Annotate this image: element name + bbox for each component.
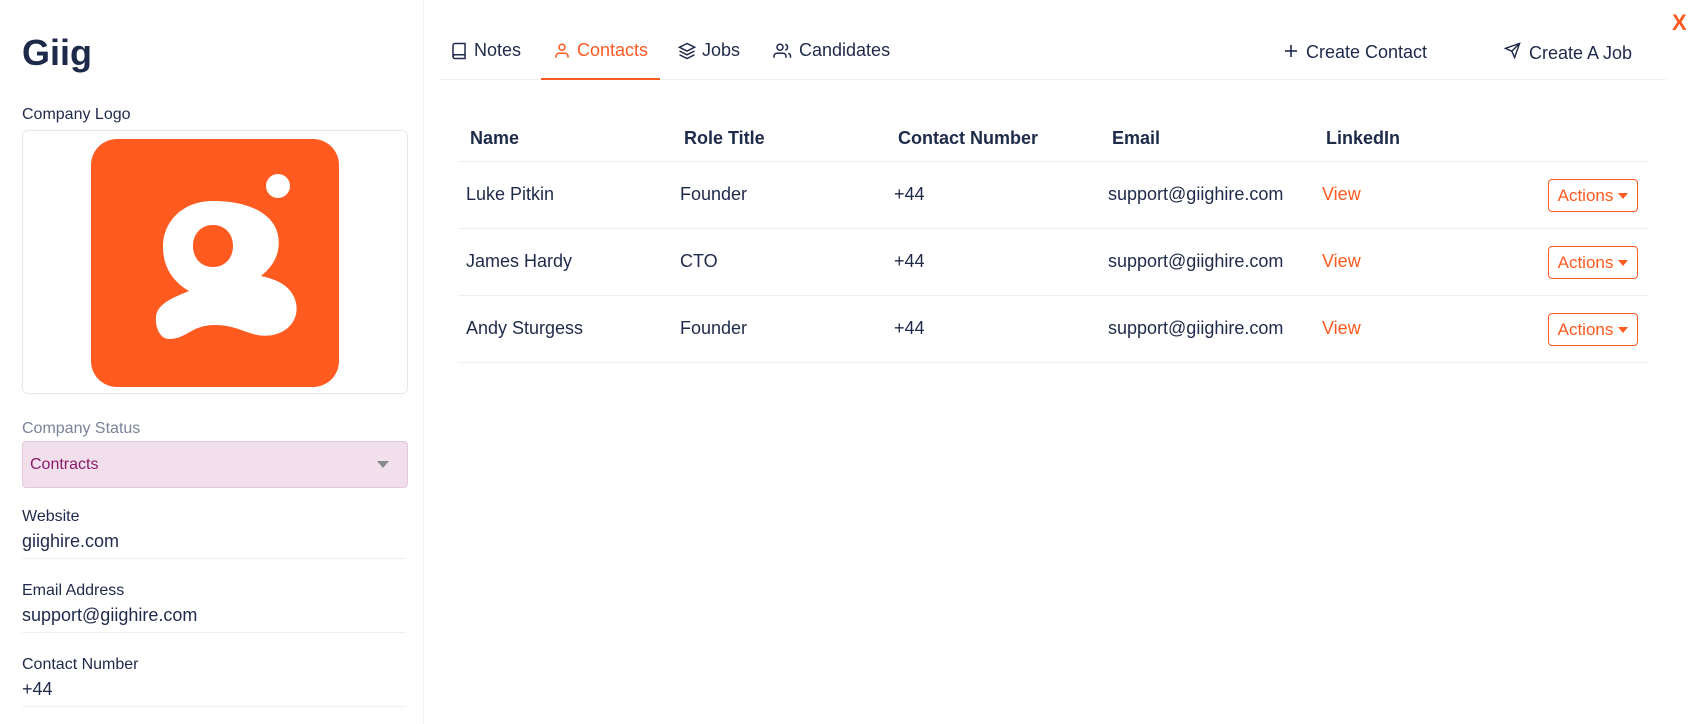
- contact-name: Andy Sturgess: [466, 318, 584, 338]
- table-header: Name Role Title Contact Number Email Lin…: [458, 116, 1648, 162]
- contact-phone: +44: [894, 318, 925, 338]
- linkedin-view-link[interactable]: View: [1322, 251, 1361, 272]
- company-panel: Giig Company Logo Company Status Contrac…: [0, 0, 424, 724]
- tab-notes-label: Notes: [474, 40, 522, 60]
- website-value[interactable]: giighire.com: [22, 531, 406, 559]
- actions-dropdown-button[interactable]: Actions: [1548, 246, 1638, 279]
- contact-role: CTO: [680, 251, 718, 271]
- create-job-label: Create A Job: [1529, 42, 1633, 63]
- actions-dropdown-button[interactable]: Actions: [1548, 313, 1638, 346]
- users-icon: [773, 40, 793, 65]
- actions-label: Actions: [1557, 319, 1614, 339]
- user-icon: [553, 40, 571, 65]
- website-label: Website: [22, 508, 80, 525]
- contact-email: support@giighire.com: [1108, 251, 1284, 271]
- layers-icon: [677, 40, 697, 65]
- actions-label: Actions: [1557, 185, 1614, 205]
- contact-name: James Hardy: [466, 251, 573, 271]
- contact-role: Founder: [680, 318, 748, 338]
- create-job-button[interactable]: Create A Job: [1503, 42, 1633, 64]
- contact-email: support@giighire.com: [1108, 184, 1284, 204]
- tab-contacts[interactable]: Contacts: [540, 40, 661, 80]
- linkedin-view-link[interactable]: View: [1322, 318, 1361, 339]
- close-button[interactable]: X: [1672, 10, 1687, 36]
- company-logo-label: Company Logo: [22, 106, 131, 123]
- linkedin-view-link[interactable]: View: [1322, 184, 1361, 205]
- book-icon: [450, 40, 468, 65]
- send-icon: [1503, 42, 1521, 64]
- header-name: Name: [470, 128, 520, 148]
- caret-down-icon: [1618, 326, 1629, 333]
- header-role-title: Role Title: [684, 128, 765, 148]
- header-contact-number: Contact Number: [898, 128, 1039, 148]
- chevron-down-icon: [377, 461, 389, 468]
- company-logo: [91, 139, 339, 387]
- tab-contacts-label: Contacts: [577, 40, 649, 60]
- email-value[interactable]: support@giighire.com: [22, 605, 406, 633]
- plus-icon: [1284, 42, 1298, 63]
- header-email: Email: [1112, 128, 1161, 148]
- contact-phone: +44: [894, 251, 925, 271]
- caret-down-icon: [1618, 259, 1629, 266]
- contact-role: Founder: [680, 184, 748, 204]
- contact-name: Luke Pitkin: [466, 184, 555, 204]
- table-row: Luke Pitkin Founder +44 support@giighire…: [458, 162, 1648, 229]
- tab-candidates-label: Candidates: [799, 40, 891, 60]
- tab-candidates[interactable]: Candidates: [773, 40, 890, 80]
- create-contact-button[interactable]: Create Contact: [1284, 42, 1427, 63]
- contact-phone: +44: [894, 184, 925, 204]
- company-status-value: Contracts: [30, 456, 99, 473]
- company-logo-box[interactable]: [22, 130, 408, 394]
- actions-dropdown-button[interactable]: Actions: [1548, 179, 1638, 212]
- company-status-select[interactable]: Contracts: [22, 441, 408, 488]
- header-linkedin: LinkedIn: [1326, 128, 1401, 148]
- tab-bar: Notes Contacts Jobs Candidates Create Co…: [440, 0, 1666, 80]
- contact-number-label: Contact Number: [22, 656, 139, 673]
- caret-down-icon: [1618, 192, 1629, 199]
- company-status-label: Company Status: [22, 420, 141, 437]
- tab-notes[interactable]: Notes: [450, 40, 521, 80]
- contact-email: support@giighire.com: [1108, 318, 1284, 338]
- tab-jobs[interactable]: Jobs: [677, 40, 741, 80]
- table-row: James Hardy CTO +44 support@giighire.com…: [458, 229, 1648, 296]
- table-row: Andy Sturgess Founder +44 support@giighi…: [458, 296, 1648, 363]
- company-name: Giig: [22, 32, 92, 73]
- email-label: Email Address: [22, 582, 125, 599]
- contacts-table: Name Role Title Contact Number Email Lin…: [458, 116, 1648, 363]
- actions-label: Actions: [1557, 252, 1614, 272]
- create-contact-label: Create Contact: [1306, 42, 1428, 62]
- contact-number-value[interactable]: +44: [22, 679, 406, 707]
- tab-jobs-label: Jobs: [702, 40, 741, 60]
